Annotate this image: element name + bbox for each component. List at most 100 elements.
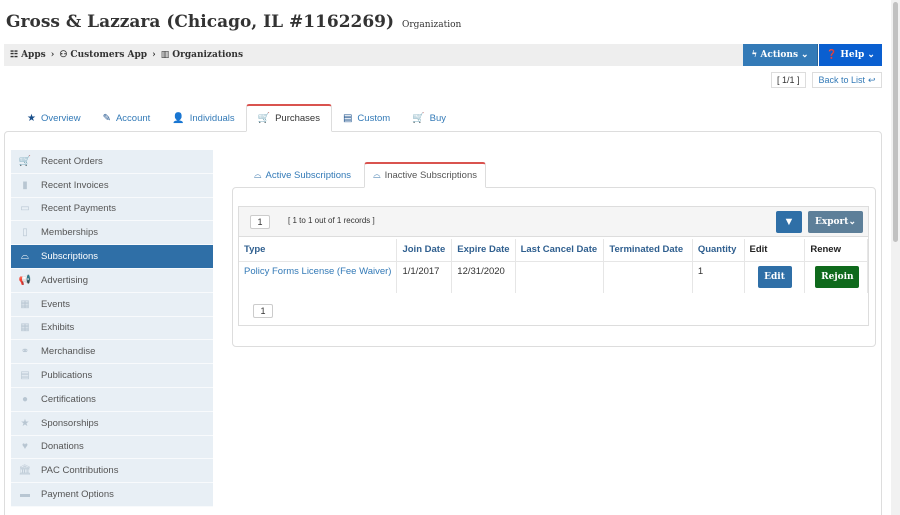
sidebar-item-label: Donations bbox=[41, 441, 84, 453]
sidebar-item-label: Events bbox=[41, 298, 71, 310]
book-icon: ▤ bbox=[20, 370, 30, 382]
certificate-icon: ● bbox=[21, 393, 29, 405]
inbox-icon: ⌓ bbox=[21, 251, 29, 263]
tab-buy[interactable]: 🛒 Buy bbox=[401, 104, 457, 132]
records-count: [ 1 to 1 out of 1 records ] bbox=[288, 216, 375, 225]
column-header-expire-date[interactable]: Expire Date bbox=[451, 239, 516, 261]
sidebar-item-recent-orders[interactable]: 🛒 Recent Orders bbox=[11, 150, 213, 174]
cell-type[interactable]: Policy Forms License (Fee Waiver) bbox=[239, 260, 398, 293]
tab-inactive-subscriptions[interactable]: ⌓ Inactive Subscriptions bbox=[364, 162, 486, 188]
tab-label: Overview bbox=[40, 112, 81, 124]
breadcrumb-organizations[interactable]: Organizations bbox=[172, 50, 243, 60]
cell-quantity: 1 bbox=[692, 260, 745, 293]
rejoin-button[interactable]: Rejoin bbox=[815, 265, 860, 288]
chevron-down-icon: ⌄ bbox=[867, 50, 875, 60]
tab-label: Account bbox=[115, 112, 151, 124]
main-tabs: ★ Overview ✎ Account 👤 Individuals 🛒 Purchas… bbox=[16, 104, 457, 132]
record-pager[interactable]: [ 1/1 ] bbox=[771, 72, 806, 88]
tab-purchases[interactable]: 🛒 Purchases bbox=[245, 104, 332, 132]
sidebar-item-sponsorships[interactable]: ★ Sponsorships bbox=[11, 411, 213, 436]
page-title: Gross & Lazzara (Chicago, IL #1162269) O… bbox=[6, 12, 461, 32]
sidebar-item-label: Publications bbox=[41, 370, 93, 382]
bookmark-icon: ▯ bbox=[22, 227, 28, 239]
breadcrumb: ☷ Apps › ⚇ Customers App › ▥ Organizatio… bbox=[4, 44, 744, 66]
tab-custom[interactable]: ▤ Custom bbox=[332, 104, 401, 132]
sidebar-item-label: Recent Payments bbox=[41, 203, 116, 215]
table-icon: ▦ bbox=[20, 322, 30, 334]
heart-icon: ♥ bbox=[22, 441, 28, 453]
grid-bottom-page-button[interactable]: 1 bbox=[253, 304, 273, 318]
cell-renew: Rejoin bbox=[804, 260, 868, 293]
column-header-last-cancel-date[interactable]: Last Cancel Date bbox=[515, 239, 605, 261]
subscriptions-table: Type Join Date Expire Date Last Cancel D… bbox=[239, 239, 868, 293]
sidebar-item-certifications[interactable]: ● Certifications bbox=[11, 387, 213, 412]
breadcrumb-separator: › bbox=[50, 50, 55, 60]
sidebar-item-exhibits[interactable]: ▦ Exhibits bbox=[11, 316, 213, 341]
inbox-icon: ⌓ bbox=[254, 169, 262, 181]
cart-icon: 🛒 bbox=[18, 155, 32, 167]
sidebar-item-recent-payments[interactable]: ▭ Recent Payments bbox=[11, 197, 213, 222]
sidebar-item-donations[interactable]: ♥ Donations bbox=[11, 435, 213, 460]
sidebar-item-advertising[interactable]: 📢 Advertising bbox=[11, 268, 213, 293]
tab-label: Custom bbox=[357, 112, 391, 124]
money-icon: ▭ bbox=[20, 203, 30, 215]
tab-account[interactable]: ✎ Account bbox=[92, 104, 162, 132]
tab-label: Buy bbox=[429, 112, 446, 124]
reply-icon: ↩ bbox=[867, 74, 876, 85]
column-header-join-date[interactable]: Join Date bbox=[396, 239, 453, 261]
sidebar-item-label: Recent Invoices bbox=[41, 179, 109, 191]
table-header-row: Type Join Date Expire Date Last Cancel D… bbox=[239, 239, 868, 261]
sidebar-item-label: Certifications bbox=[41, 393, 96, 405]
breadcrumb-separator: › bbox=[152, 50, 156, 60]
grid-icon: ☷ bbox=[10, 50, 19, 60]
sidebar-item-label: Recent Orders bbox=[41, 155, 103, 167]
subscription-tabs: ⌓ Active Subscriptions ⌓ Inactive Subscrip… bbox=[246, 162, 486, 188]
page-scrollbar-thumb[interactable] bbox=[893, 2, 898, 242]
inbox-icon: ⌓ bbox=[373, 170, 381, 181]
sidebar-item-memberships[interactable]: ▯ Memberships bbox=[11, 221, 213, 246]
actions-button[interactable]: ϟ Actions ⌄ bbox=[743, 44, 818, 66]
sidebar-item-label: Sponsorships bbox=[41, 417, 99, 429]
sidebar-item-label: PAC Contributions bbox=[41, 465, 119, 477]
file-icon: ▮ bbox=[22, 179, 28, 191]
export-button-label: Export bbox=[815, 217, 849, 227]
breadcrumb-customers-app[interactable]: Customers App bbox=[70, 50, 147, 60]
page-title-text: Gross & Lazzara (Chicago, IL #1162269) bbox=[6, 12, 395, 32]
tags-icon: ⚭ bbox=[20, 346, 30, 358]
edit-button[interactable]: Edit bbox=[757, 265, 792, 288]
question-icon: ❓ bbox=[826, 50, 838, 60]
bolt-icon: ϟ bbox=[751, 50, 758, 60]
tab-active-subscriptions[interactable]: ⌓ Active Subscriptions bbox=[246, 162, 359, 188]
export-button[interactable]: Export ⌄ bbox=[808, 211, 863, 233]
page-subtitle: Organization bbox=[401, 20, 462, 30]
filter-icon: ▼ bbox=[783, 216, 795, 228]
star-icon: ★ bbox=[20, 417, 30, 429]
back-to-list-button[interactable]: Back to List ↩ bbox=[812, 72, 882, 88]
sidebar-item-events[interactable]: ▦ Events bbox=[11, 292, 213, 317]
sidebar-item-pac-contributions[interactable]: 🏛 PAC Contributions bbox=[11, 459, 213, 484]
sidebar-item-publications[interactable]: ▤ Publications bbox=[11, 364, 213, 388]
chevron-down-icon: ⌄ bbox=[848, 217, 856, 227]
column-header-edit: Edit bbox=[744, 239, 806, 261]
sidebar-item-label: Payment Options bbox=[41, 489, 114, 501]
bullhorn-icon: 📢 bbox=[18, 274, 32, 286]
building-icon: ▥ bbox=[160, 50, 170, 60]
user-icon: 👤 bbox=[172, 112, 185, 124]
column-header-quantity[interactable]: Quantity bbox=[692, 239, 745, 261]
tab-label: Active Subscriptions bbox=[265, 169, 352, 181]
sidebar-item-subscriptions[interactable]: ⌓ Subscriptions bbox=[11, 245, 213, 269]
sidebar-item-payment-options[interactable]: ▬ Payment Options bbox=[11, 483, 213, 507]
cell-join-date: 1/1/2017 bbox=[396, 260, 453, 293]
sidebar-item-recent-invoices[interactable]: ▮ Recent Invoices bbox=[11, 173, 213, 198]
tab-individuals[interactable]: 👤 Individuals bbox=[161, 104, 245, 132]
grid-page-button[interactable]: 1 bbox=[250, 215, 270, 229]
breadcrumb-apps[interactable]: Apps bbox=[21, 50, 46, 60]
column-header-terminated-date[interactable]: Terminated Date bbox=[603, 239, 693, 261]
tab-overview[interactable]: ★ Overview bbox=[16, 104, 92, 132]
column-header-type[interactable]: Type bbox=[239, 239, 398, 261]
filter-button[interactable]: ▼ bbox=[776, 211, 802, 233]
sidebar-item-merchandise[interactable]: ⚭ Merchandise bbox=[11, 340, 213, 365]
help-button[interactable]: ❓ Help ⌄ bbox=[819, 44, 882, 66]
file-icon: ▤ bbox=[342, 112, 353, 124]
cart-icon: 🛒 bbox=[257, 113, 271, 124]
